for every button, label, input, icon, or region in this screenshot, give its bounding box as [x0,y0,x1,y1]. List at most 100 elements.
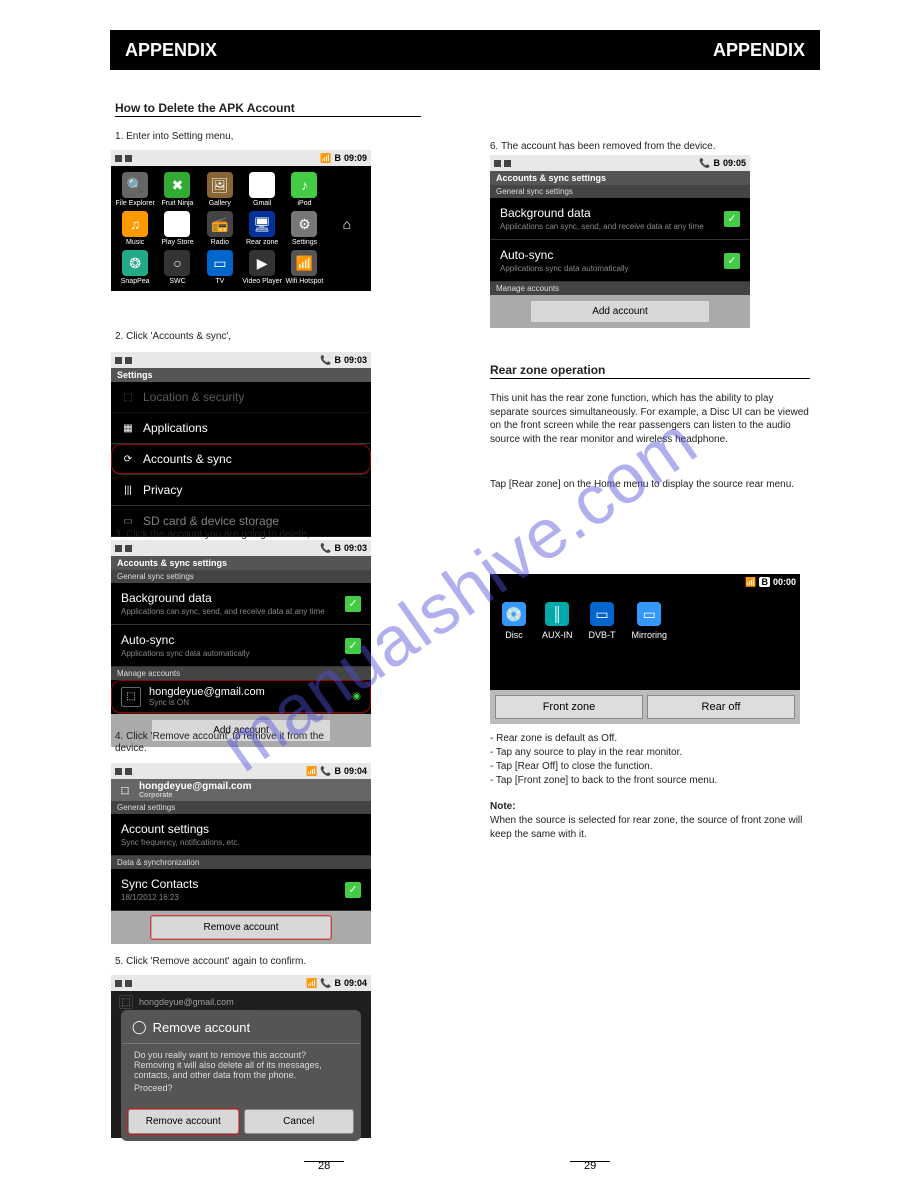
ipod-icon: ♪ [291,172,317,198]
status-icon [115,155,122,162]
checkbox-checked-icon[interactable]: ✓ [724,211,740,227]
row-sync-contacts[interactable]: Sync Contacts 18/1/2012 16:23 ✓ [111,869,371,911]
home-icon: ⌂ [334,211,360,237]
front-zone-button[interactable]: Front zone [495,695,643,719]
rear-item-aux-in[interactable]: ║AUX-IN [542,602,573,640]
general-settings-label: General settings [111,801,371,814]
rear-note3: - Tap [Rear Off] to close the function. [490,760,810,774]
app-wifi-hotspot[interactable]: 📶Wifi Hotspot [284,250,324,285]
video-player-icon: ▶ [249,250,275,276]
aux-in-icon: ║ [545,602,569,626]
row-auto-sync[interactable]: Auto-sync Applications sync data automat… [111,625,371,667]
time: 00:00 [773,577,796,587]
app-gmail[interactable]: MGmail [242,172,282,207]
rear-off-button[interactable]: Rear off [647,695,795,719]
time: 09:03 [344,355,367,365]
snappea-icon: ❂ [122,250,148,276]
app-label: Gallery [209,200,231,207]
status-bar: 📞B09:05 [490,155,750,171]
screenshot-accounts-empty: 📞B09:05 Accounts & sync settings General… [490,155,750,328]
rear-item-label: DVB-T [589,630,616,640]
checkbox-checked-icon[interactable]: ✓ [345,596,361,612]
app-file-explorer[interactable]: 🔍 File Explorer [115,172,155,207]
time: 09:05 [723,158,746,168]
row-accounts-sync[interactable]: ⟳ Accounts & sync [111,444,371,475]
step6-text: 6. The account has been removed from the… [490,140,810,154]
sync-status: Sync is ON [149,698,265,707]
privacy-icon: ||| [121,483,135,497]
apps-icon: ▦ [121,421,135,435]
rear-item-mirroring[interactable]: ▭Mirroring [632,602,668,640]
row-location[interactable]: ⬚ Location & security [111,382,371,413]
mirroring-icon: ▭ [637,602,661,626]
play-store-icon: ▶ [164,211,190,237]
screenshot-account-detail: 📶📞B09:04 ⬚ hongdeyue@gmail.com Corporate… [111,763,371,944]
bluetooth-icon: B [759,577,770,587]
time: 09:04 [344,978,367,988]
checkbox-checked-icon[interactable]: ✓ [345,882,361,898]
fruit-ninja-icon: ✖ [164,172,190,198]
app-blank1[interactable] [327,172,367,207]
checkbox-checked-icon[interactable]: ✓ [724,253,740,269]
app-radio[interactable]: 📻Radio [200,211,240,246]
app-label: Fruit Ninja [162,200,194,207]
app-rear-zone[interactable]: 🖥Rear zone [242,211,282,246]
rear-item-disc[interactable]: 💿Disc [502,602,526,640]
app-label: TV [215,278,224,285]
app-swc[interactable]: ○SWC [157,250,197,285]
step3-text: 3. Click the account you are going to de… [115,528,435,542]
account-icon: ⬚ [117,782,133,798]
gmail-icon: M [249,172,275,198]
app-label: iPod [297,200,311,207]
app-label: File Explorer [116,200,155,207]
row-account-settings[interactable]: Account settings Sync frequency, notific… [111,814,371,856]
disc-icon: 💿 [502,602,526,626]
header-right: APPENDIX [713,40,805,61]
rear-note1: - Rear zone is default as Off. [490,732,810,746]
section1-title: How to Delete the APK Account [115,100,435,116]
add-account-button[interactable]: Add account [530,300,710,323]
confirm-remove-button[interactable]: Remove account [128,1109,239,1134]
app-ipod[interactable]: ♪ iPod [284,172,324,207]
rear-item-dvb-t[interactable]: ▭DVB-T [589,602,616,640]
dialog-title: Remove account [153,1020,251,1035]
app-snappea[interactable]: ❂ SnapPea [115,250,155,285]
app-music[interactable]: ♫Music [115,211,155,246]
app-home[interactable]: ⌂ [327,211,367,246]
header-left: APPENDIX [125,40,217,61]
remove-account-button[interactable]: Remove account [151,916,331,939]
checkbox-checked-icon[interactable]: ✓ [345,638,361,654]
file-explorer-icon: 🔍 [122,172,148,198]
cancel-button[interactable]: Cancel [244,1109,355,1134]
account-row[interactable]: ⬚ hongdeyue@gmail.com Sync is ON ◉ [111,680,371,714]
bluetooth-icon: B [334,153,341,163]
app-video-player[interactable]: ▶Video Player [242,250,282,285]
app-settings[interactable]: ⚙Settings [284,211,324,246]
app-label: Music [126,239,144,246]
sync-on-icon: ◉ [352,691,361,702]
row-privacy[interactable]: ||| Privacy [111,475,371,506]
row-applications[interactable]: ▦ Applications [111,413,371,444]
app-gallery[interactable]: 🖼Gallery [200,172,240,207]
section2-p1: This unit has the rear zone function, wh… [490,392,810,446]
screenshot-rear-zone: 📶 B 00:00 💿Disc║AUX-IN▭DVB-T▭Mirroring F… [490,574,800,724]
row-auto-sync[interactable]: Auto-sync Applications sync data automat… [490,240,750,282]
status-bar: 📞B09:03 [111,352,371,368]
section1-underline [115,116,421,117]
app-play-store[interactable]: ▶Play Store [157,211,197,246]
screenshot-settings: 📞B09:03 Settings ⬚ Location & security ▦… [111,352,371,537]
app-label: SnapPea [121,278,150,285]
general-sync: General sync settings [490,185,750,198]
app-fruit-ninja[interactable]: ✖ Fruit Ninja [157,172,197,207]
time: 09:03 [344,543,367,553]
step5-text: 5. Click 'Remove account' again to confi… [115,955,435,969]
section2-p2: Tap [Rear zone] on the Home menu to disp… [490,478,810,492]
row-background-data[interactable]: Background data Applications can sync, s… [111,583,371,625]
app-tv[interactable]: ▭TV [200,250,240,285]
accounts-title: Accounts & sync settings [490,171,750,185]
swc-icon: ○ [164,250,190,276]
blank1-icon [334,172,360,198]
page-left: 28 [318,1160,330,1172]
row-background-data[interactable]: Background data Applications can sync, s… [490,198,750,240]
rear-note2: - Tap any source to play in the rear mon… [490,746,810,760]
